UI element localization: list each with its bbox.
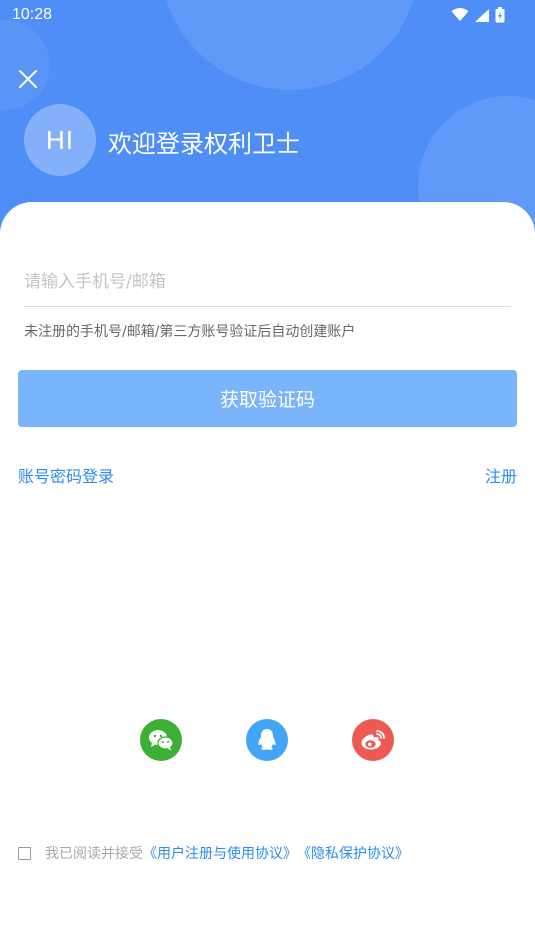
battery-icon <box>495 7 505 23</box>
agreement-checkbox[interactable] <box>18 846 31 860</box>
avatar: HI <box>24 104 96 176</box>
qq-login-button[interactable] <box>246 719 288 761</box>
wechat-icon <box>149 730 174 751</box>
status-time: 10:28 <box>12 6 53 23</box>
welcome-title: 欢迎登录权利卫士 <box>108 130 300 158</box>
phone-email-input[interactable] <box>24 262 511 302</box>
agreement-prefix: 我已阅读并接受 <box>45 846 143 862</box>
password-login-link[interactable]: 账号密码登录 <box>18 463 114 487</box>
login-card <box>0 202 535 951</box>
close-button[interactable] <box>14 65 42 93</box>
privacy-policy-link[interactable]: 《隐私保护协议》 <box>297 843 409 863</box>
close-icon <box>19 70 37 88</box>
auto-register-hint: 未注册的手机号/邮箱/第三方账号验证后自动创建账户 <box>24 324 356 340</box>
wechat-login-button[interactable] <box>140 719 182 761</box>
status-bar: 10:28 <box>0 0 535 30</box>
status-icons <box>451 7 505 23</box>
user-agreement-link[interactable]: 《用户注册与使用协议》 <box>143 843 297 863</box>
register-link[interactable]: 注册 <box>485 463 517 487</box>
wifi-icon <box>451 8 469 21</box>
signal-icon <box>475 8 489 22</box>
get-verification-code-button[interactable]: 获取验证码 <box>18 370 517 427</box>
input-underline <box>24 306 511 307</box>
agreement-row: 我已阅读并接受 《用户注册与使用协议》 《隐私保护协议》 <box>18 843 409 863</box>
weibo-icon <box>361 730 385 750</box>
qq-icon <box>258 729 276 750</box>
weibo-login-button[interactable] <box>352 719 394 761</box>
